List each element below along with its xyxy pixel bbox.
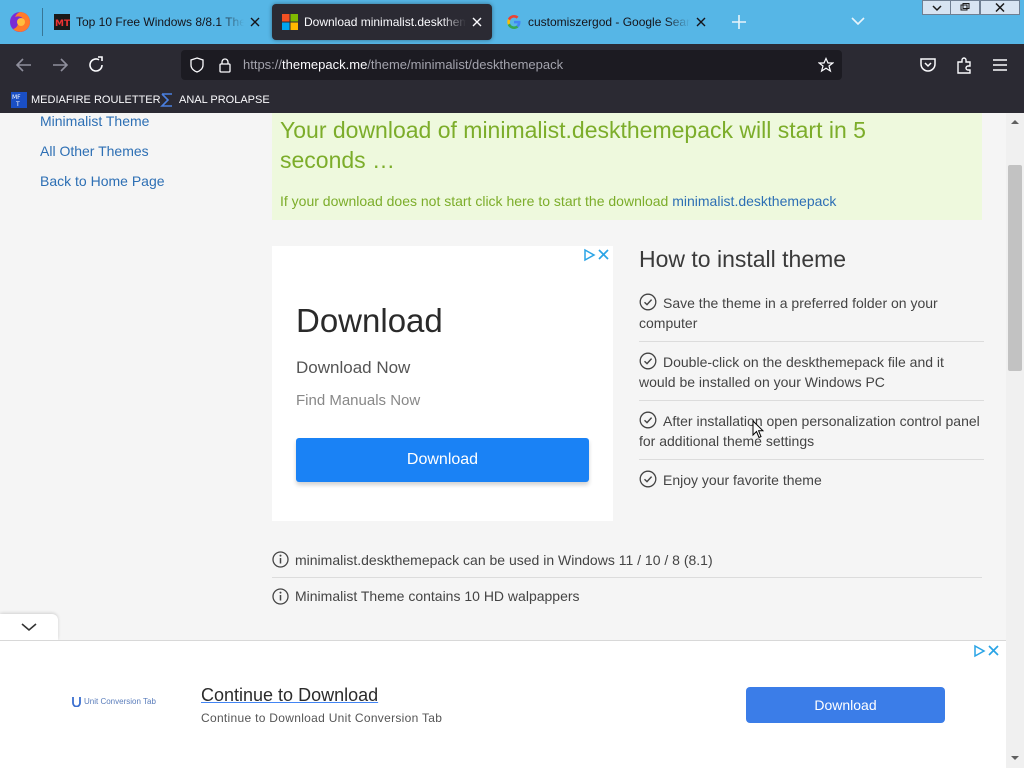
- advertisement-box[interactable]: Download Download Now Find Manuals Now D…: [272, 246, 613, 521]
- wallpaper-count-info: Minimalist Theme contains 10 HD walpappe…: [272, 578, 982, 614]
- url-text[interactable]: https://themepack.me/theme/minimalist/de…: [243, 57, 563, 72]
- hamburger-menu-icon[interactable]: [989, 54, 1011, 76]
- tab-title: Download minimalist.deskthemepack: [304, 15, 466, 29]
- compatibility-text: minimalist.deskthemepack can be used in …: [295, 551, 713, 568]
- mt-favicon: MT: [54, 14, 70, 30]
- collapse-ad-tab[interactable]: [0, 614, 58, 640]
- check-circle-icon: [639, 411, 657, 429]
- google-favicon: [507, 15, 521, 29]
- scrollbar-thumb[interactable]: [1008, 165, 1022, 371]
- bookmark-anal-prolapse[interactable]: ANAL PROLAPSE: [159, 90, 270, 110]
- restore-icon: [960, 3, 970, 11]
- download-notice: Your download of minimalist.deskthemepac…: [272, 113, 982, 220]
- install-step-text: Double-click on the deskthemepack file a…: [639, 354, 944, 390]
- download-fallback-text: If your download does not start click he…: [280, 193, 836, 209]
- tab-strip: MT Top 10 Free Windows 8/8.1 Themes Down…: [0, 0, 1024, 44]
- ad-heading: Download: [296, 302, 443, 339]
- ad-download-button[interactable]: Download: [296, 438, 589, 482]
- minimize-icon: [932, 5, 942, 12]
- install-instructions: How to install theme Save the theme in a…: [639, 246, 984, 498]
- close-window-button[interactable]: [980, 0, 1020, 15]
- url-bar[interactable]: https://themepack.me/theme/minimalist/de…: [181, 50, 842, 80]
- tab-title: Top 10 Free Windows 8/8.1 Themes: [76, 15, 244, 29]
- adchoices-icon[interactable]: [972, 644, 1000, 658]
- download-countdown-heading: Your download of minimalist.deskthemepac…: [280, 117, 866, 173]
- bottom-ad-download-button[interactable]: Download: [746, 687, 945, 723]
- svg-text:T: T: [15, 101, 20, 108]
- new-tab-plus-icon[interactable]: [729, 12, 749, 32]
- windows-favicon: [282, 14, 298, 30]
- install-step-text: Enjoy your favorite theme: [663, 472, 822, 488]
- url-domain: themepack.me: [282, 57, 368, 72]
- direct-download-link[interactable]: minimalist.deskthemepack: [672, 193, 836, 209]
- forward-arrow-icon[interactable]: [49, 54, 71, 76]
- install-step-text: After installation open personalization …: [639, 413, 980, 449]
- bookmark-star-icon[interactable]: [818, 57, 834, 73]
- bookmarks-toolbar: MF T MEDIAFIRE ROULETTER ANAL PROLAPSE: [0, 86, 1024, 113]
- list-all-tabs-chevron-icon[interactable]: [849, 12, 867, 30]
- ad-subheading: Download Now: [296, 358, 411, 377]
- wallpaper-count-text: Minimalist Theme contains 10 HD walpappe…: [295, 588, 580, 604]
- mouse-cursor-icon: [752, 420, 764, 439]
- sigma-icon: [160, 93, 172, 107]
- tab-separator: [42, 8, 43, 36]
- close-tab-icon[interactable]: [694, 15, 708, 29]
- adchoices-icon[interactable]: [582, 248, 610, 262]
- bookmark-label: ANAL PROLAPSE: [179, 94, 270, 106]
- install-step: Enjoy your favorite theme: [639, 466, 984, 498]
- reload-icon[interactable]: [85, 54, 107, 76]
- tab-top10-themes[interactable]: MT Top 10 Free Windows 8/8.1 Themes: [44, 4, 270, 40]
- url-scheme: https://: [243, 57, 283, 72]
- sidebar-link-home[interactable]: Back to Home Page: [40, 173, 165, 189]
- install-step: Save the theme in a preferred folder on …: [639, 289, 984, 342]
- tab-title: customiszergod - Google Search: [528, 15, 690, 29]
- firefox-menu-icon[interactable]: [9, 11, 31, 33]
- extensions-puzzle-icon[interactable]: [953, 54, 975, 76]
- back-arrow-icon[interactable]: [13, 54, 35, 76]
- pocket-icon[interactable]: [917, 54, 939, 76]
- sidebar-link-minimalist-theme[interactable]: Minimalist Theme: [40, 113, 149, 129]
- mediafire-icon: MFT: [11, 92, 27, 108]
- bookmark-mediafire-rouletter[interactable]: MF T MEDIAFIRE ROULETTER: [11, 90, 161, 110]
- info-circle-icon: [272, 587, 289, 605]
- check-circle-icon: [639, 470, 657, 488]
- install-title: How to install theme: [639, 246, 847, 272]
- bookmark-label: MEDIAFIRE ROULETTER: [31, 94, 161, 106]
- unit-conversion-logo-icon: [72, 697, 81, 707]
- bottom-ad-subheading: Continue to Download Unit Conversion Tab: [201, 711, 443, 725]
- bottom-ad-heading[interactable]: Continue to Download: [201, 685, 378, 706]
- info-circle-icon: [272, 551, 289, 568]
- close-tab-icon[interactable]: [470, 15, 484, 29]
- sticky-bottom-ad[interactable]: Unit Conversion Tab Continue to Download…: [0, 640, 1006, 768]
- restore-button[interactable]: [950, 0, 980, 15]
- install-step: Double-click on the deskthemepack file a…: [639, 348, 984, 401]
- compatibility-info: minimalist.deskthemepack can be used in …: [272, 542, 982, 578]
- install-step-text: Save the theme in a preferred folder on …: [639, 295, 938, 331]
- ad-tagline: Find Manuals Now: [296, 392, 421, 409]
- minimize-button[interactable]: [922, 0, 952, 15]
- page-scrollbar[interactable]: [1006, 113, 1024, 768]
- fallback-text: If your download does not start click he…: [280, 193, 673, 209]
- padlock-icon[interactable]: [217, 57, 233, 73]
- chevron-down-icon: [21, 623, 37, 632]
- close-tab-icon[interactable]: [248, 15, 262, 29]
- url-path: /theme/minimalist/deskthemepack: [367, 57, 564, 72]
- tab-google-search[interactable]: customiszergod - Google Search: [496, 4, 716, 40]
- navigation-toolbar: https://themepack.me/theme/minimalist/de…: [0, 44, 1024, 86]
- scroll-up-arrow-icon[interactable]: [1010, 117, 1020, 127]
- svg-text:MF: MF: [12, 94, 21, 101]
- tab-download-minimalist[interactable]: Download minimalist.deskthemepack: [272, 4, 492, 40]
- check-circle-icon: [639, 293, 657, 311]
- install-step: After installation open personalization …: [639, 407, 984, 460]
- check-circle-icon: [639, 352, 657, 370]
- close-icon: [995, 3, 1005, 12]
- ad-brand-name: Unit Conversion Tab: [84, 697, 156, 706]
- scroll-down-arrow-icon[interactable]: [1010, 753, 1020, 763]
- svg-text:MT: MT: [55, 19, 70, 29]
- ad-brand-logo: Unit Conversion Tab: [72, 696, 156, 707]
- tracking-protection-shield-icon[interactable]: [189, 57, 205, 73]
- sidebar-link-all-other-themes[interactable]: All Other Themes: [40, 143, 149, 159]
